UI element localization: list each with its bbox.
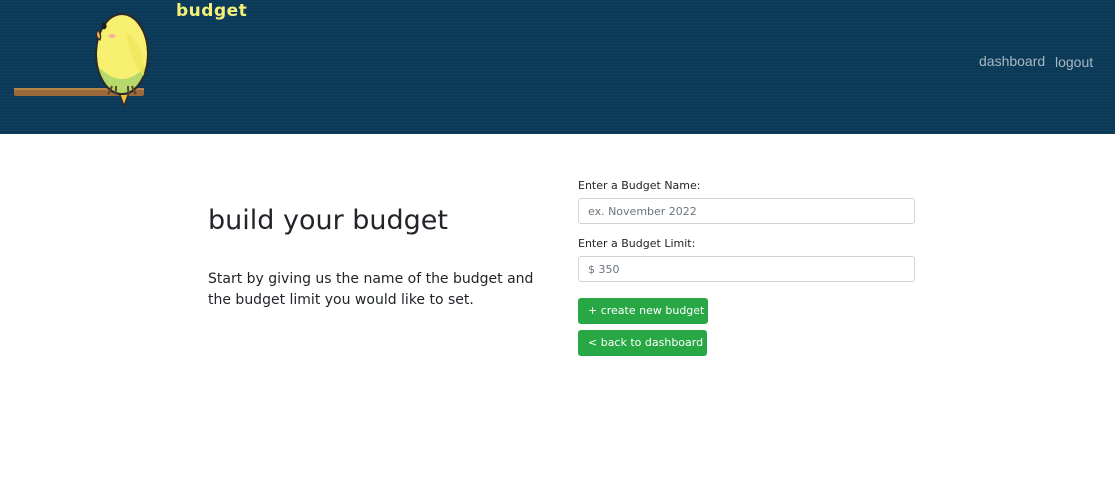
budget-limit-label: Enter a Budget Limit: bbox=[578, 237, 696, 250]
create-budget-button[interactable]: + create new budget bbox=[578, 298, 708, 324]
budget-name-label: Enter a Budget Name: bbox=[578, 179, 701, 192]
budget-limit-input[interactable] bbox=[578, 256, 915, 282]
budget-name-input[interactable] bbox=[578, 198, 915, 224]
brand-title[interactable]: budget bbox=[176, 1, 247, 21]
nav-link-logout[interactable]: logout bbox=[1055, 54, 1093, 70]
nav-link-dashboard[interactable]: dashboard bbox=[979, 53, 1045, 69]
top-navbar: budget dashboard logout bbox=[0, 0, 1115, 134]
parakeet-on-perch-icon bbox=[14, 13, 149, 109]
page-title: build your budget bbox=[208, 205, 448, 236]
page-description: Start by giving us the name of the budge… bbox=[208, 271, 534, 308]
back-to-dashboard-button[interactable]: < back to dashboard bbox=[578, 330, 707, 356]
